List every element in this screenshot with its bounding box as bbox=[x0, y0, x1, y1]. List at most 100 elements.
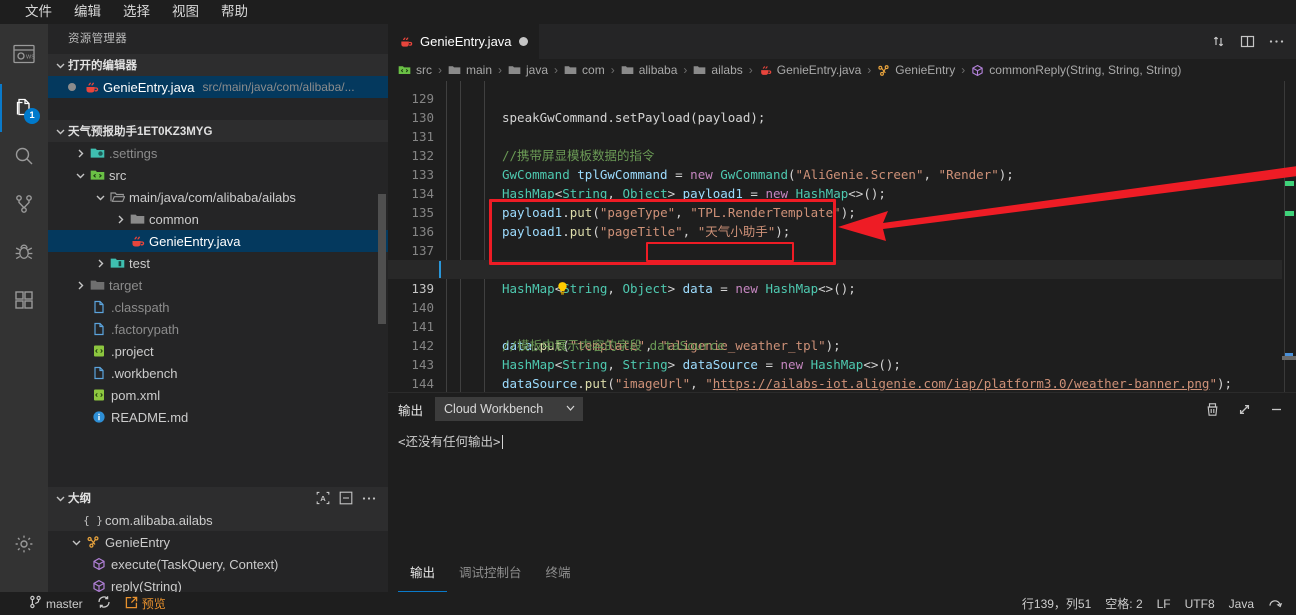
tree-item-src[interactable]: src bbox=[48, 164, 388, 186]
chevron-right-icon bbox=[72, 145, 88, 161]
tab-dirty-indicator[interactable] bbox=[518, 37, 528, 46]
activity-source-control[interactable] bbox=[0, 180, 48, 228]
editor-overview-ruler[interactable] bbox=[1282, 81, 1296, 426]
more-actions-icon[interactable] bbox=[1269, 39, 1284, 44]
namespace-icon: { } bbox=[83, 513, 103, 527]
panel-tab-terminal[interactable]: 终端 bbox=[534, 558, 583, 592]
activity-explorer[interactable]: 1 bbox=[0, 84, 48, 132]
menu-item-view[interactable]: 视图 bbox=[161, 0, 210, 24]
activity-search[interactable] bbox=[0, 132, 48, 180]
tree-item-readme-md[interactable]: README.md bbox=[48, 406, 388, 428]
chevron-down-icon bbox=[52, 490, 68, 506]
menu-bar: 文件 编辑 选择 视图 帮助 bbox=[0, 0, 1296, 24]
status-line-ending[interactable]: LF bbox=[1150, 592, 1178, 615]
overview-center-line bbox=[1284, 81, 1285, 426]
activity-run-debug[interactable] bbox=[0, 228, 48, 276]
activity-manage-settings[interactable] bbox=[0, 520, 48, 568]
breadcrumb-item-src[interactable]: src bbox=[398, 63, 432, 77]
status-indentation[interactable]: 空格: 2 bbox=[1098, 592, 1149, 615]
output-channel-select[interactable]: Cloud Workbench bbox=[435, 397, 584, 421]
open-editor-item[interactable]: GenieEntry.java src/main/java/com/alibab… bbox=[48, 76, 388, 98]
breadcrumb-item-alibaba[interactable]: alibaba bbox=[621, 63, 677, 77]
status-language-mode[interactable]: Java bbox=[1222, 592, 1261, 615]
status-encoding[interactable]: UTF8 bbox=[1178, 592, 1222, 615]
clear-output-icon[interactable] bbox=[1205, 402, 1220, 417]
source-control-icon bbox=[13, 193, 35, 215]
menu-item-selection[interactable]: 选择 bbox=[112, 0, 161, 24]
breadcrumb-item-class[interactable]: GenieEntry bbox=[877, 63, 955, 77]
status-branch[interactable]: master bbox=[22, 592, 90, 615]
status-sync[interactable] bbox=[90, 592, 118, 615]
panel-tab-debug-console[interactable]: 调试控制台 bbox=[447, 558, 534, 592]
breadcrumb-item-java[interactable]: java bbox=[508, 63, 548, 77]
overview-marker-added bbox=[1285, 181, 1294, 186]
panel-tab-output[interactable]: 输出 bbox=[398, 558, 448, 592]
tree-item-project-file[interactable]: .project bbox=[48, 340, 388, 362]
outline-actions: A bbox=[316, 491, 388, 505]
section-outline[interactable]: 大纲 A bbox=[48, 487, 388, 509]
file-icon bbox=[90, 366, 108, 380]
code-line: 131 //携带屏显模板数据的指令 bbox=[388, 108, 1296, 163]
activity-workspace-browser[interactable]: WS bbox=[0, 24, 48, 84]
breadcrumb-label: com bbox=[582, 63, 605, 77]
maximize-panel-icon[interactable] bbox=[1237, 402, 1252, 417]
outline-item-method-execute[interactable]: execute(TaskQuery, Context) bbox=[48, 553, 388, 575]
status-cursor-position[interactable]: 行139，列51 bbox=[1015, 592, 1098, 615]
tree-item-settings[interactable]: .settings bbox=[48, 142, 388, 164]
section-project-root[interactable]: 天气预报助手1ET0KZ3MYG bbox=[48, 120, 388, 142]
breadcrumb-item-file[interactable]: GenieEntry.java bbox=[759, 63, 861, 77]
outline-item-class[interactable]: GenieEntry bbox=[48, 531, 388, 553]
split-editor-icon[interactable] bbox=[1240, 34, 1255, 49]
section-open-editors[interactable]: 打开的编辑器 bbox=[48, 54, 388, 76]
chevron-right-icon: › bbox=[961, 63, 966, 77]
close-panel-icon[interactable] bbox=[1269, 402, 1284, 417]
breadcrumb-item-com[interactable]: com bbox=[564, 63, 605, 77]
tree-label: .settings bbox=[109, 145, 158, 161]
sidebar-scrollbar[interactable] bbox=[378, 194, 386, 324]
tree-item-main-package[interactable]: main/java/com/alibaba/ailabs bbox=[48, 186, 388, 208]
run-sync-icon[interactable] bbox=[1211, 34, 1226, 49]
outline-item-method-reply[interactable]: reply(String) bbox=[48, 575, 388, 592]
tree-item-common[interactable]: common bbox=[48, 208, 388, 230]
tree-item-factorypath[interactable]: .factorypath bbox=[48, 318, 388, 340]
file-icon bbox=[90, 300, 108, 314]
tree-item-pom-xml[interactable]: pom.xml bbox=[48, 384, 388, 406]
code-lines: 129 speakGwCommand.setPayload(payload); … bbox=[388, 81, 1296, 426]
breadcrumb-item-ailabs[interactable]: ailabs bbox=[693, 63, 743, 77]
output-caret bbox=[501, 435, 503, 449]
collapse-all-icon[interactable] bbox=[339, 491, 353, 505]
menu-item-help[interactable]: 帮助 bbox=[210, 0, 259, 24]
breadcrumb-item-method[interactable]: commonReply(String, String, String) bbox=[971, 63, 1181, 77]
menu-item-edit[interactable]: 编辑 bbox=[63, 0, 112, 24]
xml-file-icon bbox=[90, 344, 108, 358]
file-icon bbox=[90, 322, 108, 336]
breadcrumb-item-main[interactable]: main bbox=[448, 63, 492, 77]
follow-cursor-icon[interactable]: A bbox=[316, 491, 330, 505]
panel-header: 输出 Cloud Workbench bbox=[388, 393, 1296, 425]
tree-item-target[interactable]: target bbox=[48, 274, 388, 296]
overview-scroll-thumb[interactable] bbox=[1282, 356, 1296, 360]
code-line: 129 speakGwCommand.setPayload(payload); bbox=[388, 81, 1296, 125]
editor-tab-genieentry[interactable]: GenieEntry.java bbox=[388, 24, 540, 59]
output-content[interactable]: <还没有任何输出> bbox=[388, 425, 1296, 558]
tree-item-test[interactable]: test bbox=[48, 252, 388, 274]
activity-extensions[interactable] bbox=[0, 276, 48, 324]
tree-item-workbench[interactable]: .workbench bbox=[48, 362, 388, 384]
gear-icon bbox=[13, 533, 35, 555]
tree-item-genieentry-java[interactable]: GenieEntry.java bbox=[48, 230, 388, 252]
code-line: 144 dataSource.put("city", city); bbox=[388, 355, 1296, 410]
menu-item-file[interactable]: 文件 bbox=[14, 0, 63, 24]
code-editor[interactable]: 129 speakGwCommand.setPayload(payload); … bbox=[388, 81, 1296, 426]
chevron-down-icon bbox=[52, 57, 68, 73]
code-line: 138 HashMap<String, Object> data = new H… bbox=[388, 241, 1296, 296]
status-preview[interactable]: 预览 bbox=[118, 592, 173, 615]
tree-item-classpath[interactable]: .classpath bbox=[48, 296, 388, 318]
code-line: 141 //模板中展示内容的字段 dataSource bbox=[388, 298, 1296, 353]
more-actions-icon[interactable] bbox=[362, 496, 376, 501]
status-feedback-smiley-icon[interactable] bbox=[1261, 592, 1290, 615]
chevron-right-icon bbox=[72, 277, 88, 293]
code-line: 142 HashMap<String, String> dataSource =… bbox=[388, 317, 1296, 372]
bottom-panel: 输出 Cloud Workbench <还没有任何输出> 输出 调试控制台 终端 bbox=[388, 392, 1296, 592]
section-outline-label: 大纲 bbox=[68, 493, 91, 505]
outline-item-namespace[interactable]: { } com.alibaba.ailabs bbox=[48, 509, 388, 531]
